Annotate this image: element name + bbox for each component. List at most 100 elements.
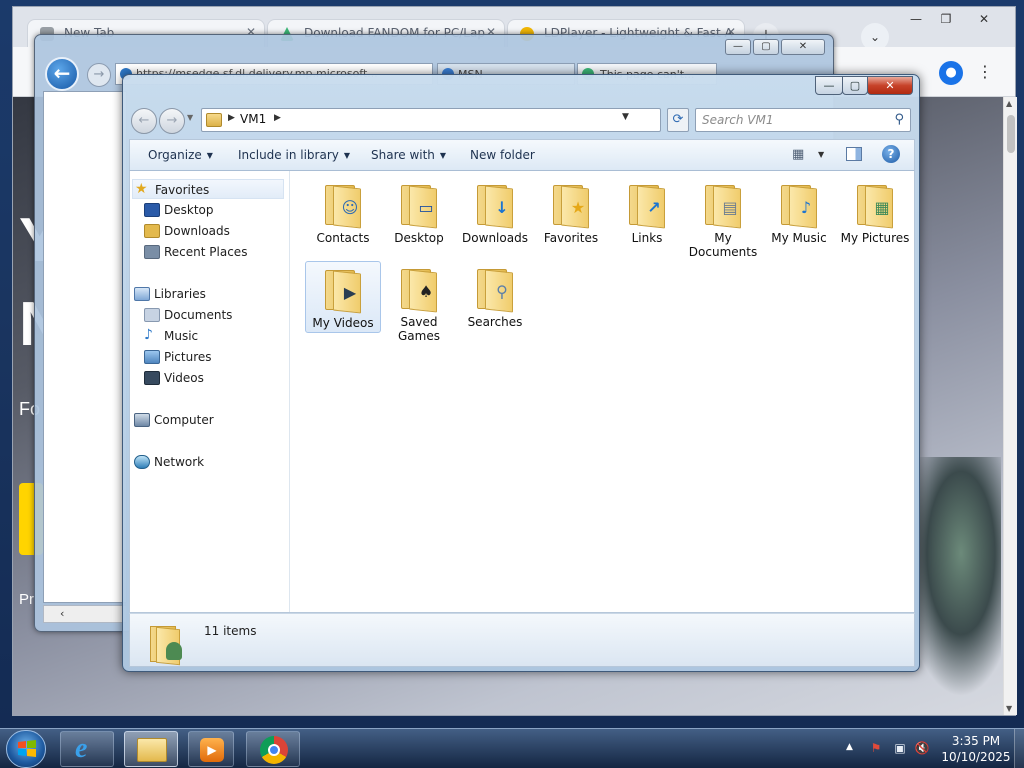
folder-downloads[interactable]: ↓ Downloads (457, 177, 533, 249)
scroll-left-icon[interactable]: ‹ (60, 607, 64, 620)
ie-minimize-button[interactable]: — (725, 39, 751, 55)
nav-favorites[interactable]: ★ Favorites (132, 179, 284, 199)
explorer-maximize-button[interactable]: ▢ (842, 76, 868, 95)
explorer-titlebar[interactable]: — ▢ ✕ (123, 75, 919, 101)
nav-item-pictures[interactable]: Pictures (142, 347, 212, 367)
folder-saved-games[interactable]: ♠ Saved Games (381, 261, 457, 343)
nav-label: Libraries (154, 287, 206, 301)
scroll-thumb[interactable] (1007, 115, 1015, 153)
music-icon: ♪ (144, 327, 153, 343)
forward-button[interactable]: → (159, 108, 185, 134)
refresh-button[interactable]: ⟳ (667, 108, 689, 132)
music-folder-icon: ♪ (779, 181, 819, 229)
action-center-flag-icon[interactable]: ⚑ (868, 740, 884, 756)
folder-my-documents[interactable]: ▤ My Documents (685, 177, 761, 259)
show-hidden-icons-button[interactable]: ▲ (846, 742, 853, 752)
help-icon[interactable]: ? (882, 145, 900, 163)
explorer-navigation-bar: ← → ▼ ▶ VM1 ▶ ▼ ⟳ Search VM1 ⚲ (129, 105, 913, 137)
videos-icon (144, 371, 160, 385)
links-folder-icon: ↗ (627, 181, 667, 229)
search-input[interactable]: Search VM1 ⚲ (695, 108, 911, 132)
ie-horizontal-scrollbar[interactable]: ‹ (43, 605, 127, 623)
include-in-library-button[interactable]: Include in library ▼ (238, 148, 350, 162)
system-clock[interactable]: 3:35 PM 10/10/2025 (940, 733, 1012, 765)
folder-favorites[interactable]: ★ Favorites (533, 177, 609, 249)
taskbar-windows-explorer[interactable] (124, 731, 178, 767)
downloads-icon (144, 224, 160, 238)
breadcrumb-vm1[interactable]: VM1 (240, 112, 266, 126)
nav-network[interactable]: Network (132, 452, 204, 472)
explorer-close-button[interactable]: ✕ (867, 76, 913, 95)
organize-button[interactable]: Organize ▼ (148, 148, 213, 162)
recent-pages-dropdown-icon[interactable]: ▼ (187, 113, 193, 122)
nav-item-documents[interactable]: Documents (142, 305, 232, 325)
folder-desktop[interactable]: ▭ Desktop (381, 177, 457, 249)
file-label: Downloads (462, 231, 528, 245)
volume-muted-icon[interactable]: 🔇 (914, 740, 930, 756)
nav-libraries[interactable]: Libraries (132, 284, 206, 304)
chevron-down-icon[interactable]: ▼ (818, 150, 824, 159)
pictures-icon (144, 350, 160, 364)
ie-back-button[interactable]: ← (45, 57, 79, 91)
desktop-folder-icon: ▭ (399, 181, 439, 229)
nav-item-music[interactable]: ♪ Music (142, 326, 198, 346)
nav-item-desktop[interactable]: Desktop (142, 200, 214, 220)
search-icon[interactable]: ⚲ (894, 112, 904, 127)
nav-item-downloads[interactable]: Downloads (142, 221, 230, 241)
menu-icon[interactable]: ⋮ (977, 59, 993, 85)
file-label: Desktop (394, 231, 444, 245)
taskbar-chrome[interactable] (246, 731, 300, 767)
share-with-label: Share with (371, 148, 435, 162)
back-button[interactable]: ← (131, 108, 157, 134)
ie-forward-button[interactable]: → (87, 63, 111, 87)
share-with-button[interactable]: Share with ▼ (371, 148, 446, 162)
folder-my-videos[interactable]: ▶ My Videos (305, 261, 381, 333)
nav-label: Downloads (164, 224, 230, 238)
change-view-icon[interactable]: ▦ (792, 147, 804, 162)
libraries-icon (134, 287, 150, 301)
chrome-close-button[interactable]: ✕ (973, 11, 995, 27)
explorer-folder-icon (137, 738, 167, 762)
documents-folder-icon: ▤ (703, 181, 743, 229)
nav-item-recent-places[interactable]: Recent Places (142, 242, 247, 262)
explorer-minimize-button[interactable]: — (815, 76, 843, 95)
chrome-scrollbar[interactable]: ▲ ▼ (1003, 97, 1017, 715)
nav-item-videos[interactable]: Videos (142, 368, 204, 388)
folder-my-pictures[interactable]: ▦ My Pictures (837, 177, 913, 249)
chrome-maximize-button[interactable]: ❐ (935, 11, 957, 27)
address-dropdown-icon[interactable]: ▼ (622, 112, 629, 122)
chrome-minimize-button[interactable]: — (905, 11, 927, 27)
start-button[interactable] (6, 730, 46, 768)
recent-places-icon (144, 245, 160, 259)
address-bar[interactable]: ▶ VM1 ▶ ▼ (201, 108, 661, 132)
nav-label: Computer (154, 413, 214, 427)
ie-close-button[interactable]: ✕ (781, 39, 825, 55)
preview-pane-icon[interactable] (846, 147, 862, 161)
folder-links[interactable]: ↗ Links (609, 177, 685, 249)
scroll-up-icon[interactable]: ▲ (1006, 99, 1012, 108)
new-folder-button[interactable]: New folder (470, 148, 535, 162)
show-desktop-button[interactable] (1014, 729, 1024, 768)
nav-label: Music (164, 329, 199, 343)
profile-icon[interactable]: ● (939, 61, 963, 85)
chevron-down-icon: ▼ (439, 151, 447, 160)
nav-label: Network (154, 455, 205, 469)
folder-my-music[interactable]: ♪ My Music (761, 177, 837, 249)
file-label: Saved Games (398, 315, 440, 343)
explorer-window: — ▢ ✕ ← → ▼ ▶ VM1 ▶ ▼ ⟳ Search VM1 ⚲ Org… (122, 74, 920, 672)
file-label: Links (631, 231, 663, 245)
taskbar-internet-explorer[interactable]: e (60, 731, 114, 767)
chevron-down-icon: ▼ (343, 151, 351, 160)
folder-contacts[interactable]: ☺ Contacts (305, 177, 381, 249)
network-icon[interactable]: ▣ (892, 740, 908, 756)
desktop-icon (144, 203, 160, 217)
nav-computer[interactable]: Computer (132, 410, 214, 430)
searches-folder-icon: ⚲ (475, 265, 515, 313)
ie-maximize-button[interactable]: ▢ (753, 39, 779, 55)
taskbar-media-player[interactable]: ▶ (188, 731, 234, 767)
user-folder-icon (146, 620, 186, 666)
folder-searches[interactable]: ⚲ Searches (457, 261, 533, 333)
chevron-right-icon[interactable]: ▶ (274, 113, 281, 123)
scroll-down-icon[interactable]: ▼ (1006, 704, 1012, 713)
chevron-right-icon[interactable]: ▶ (228, 113, 235, 123)
